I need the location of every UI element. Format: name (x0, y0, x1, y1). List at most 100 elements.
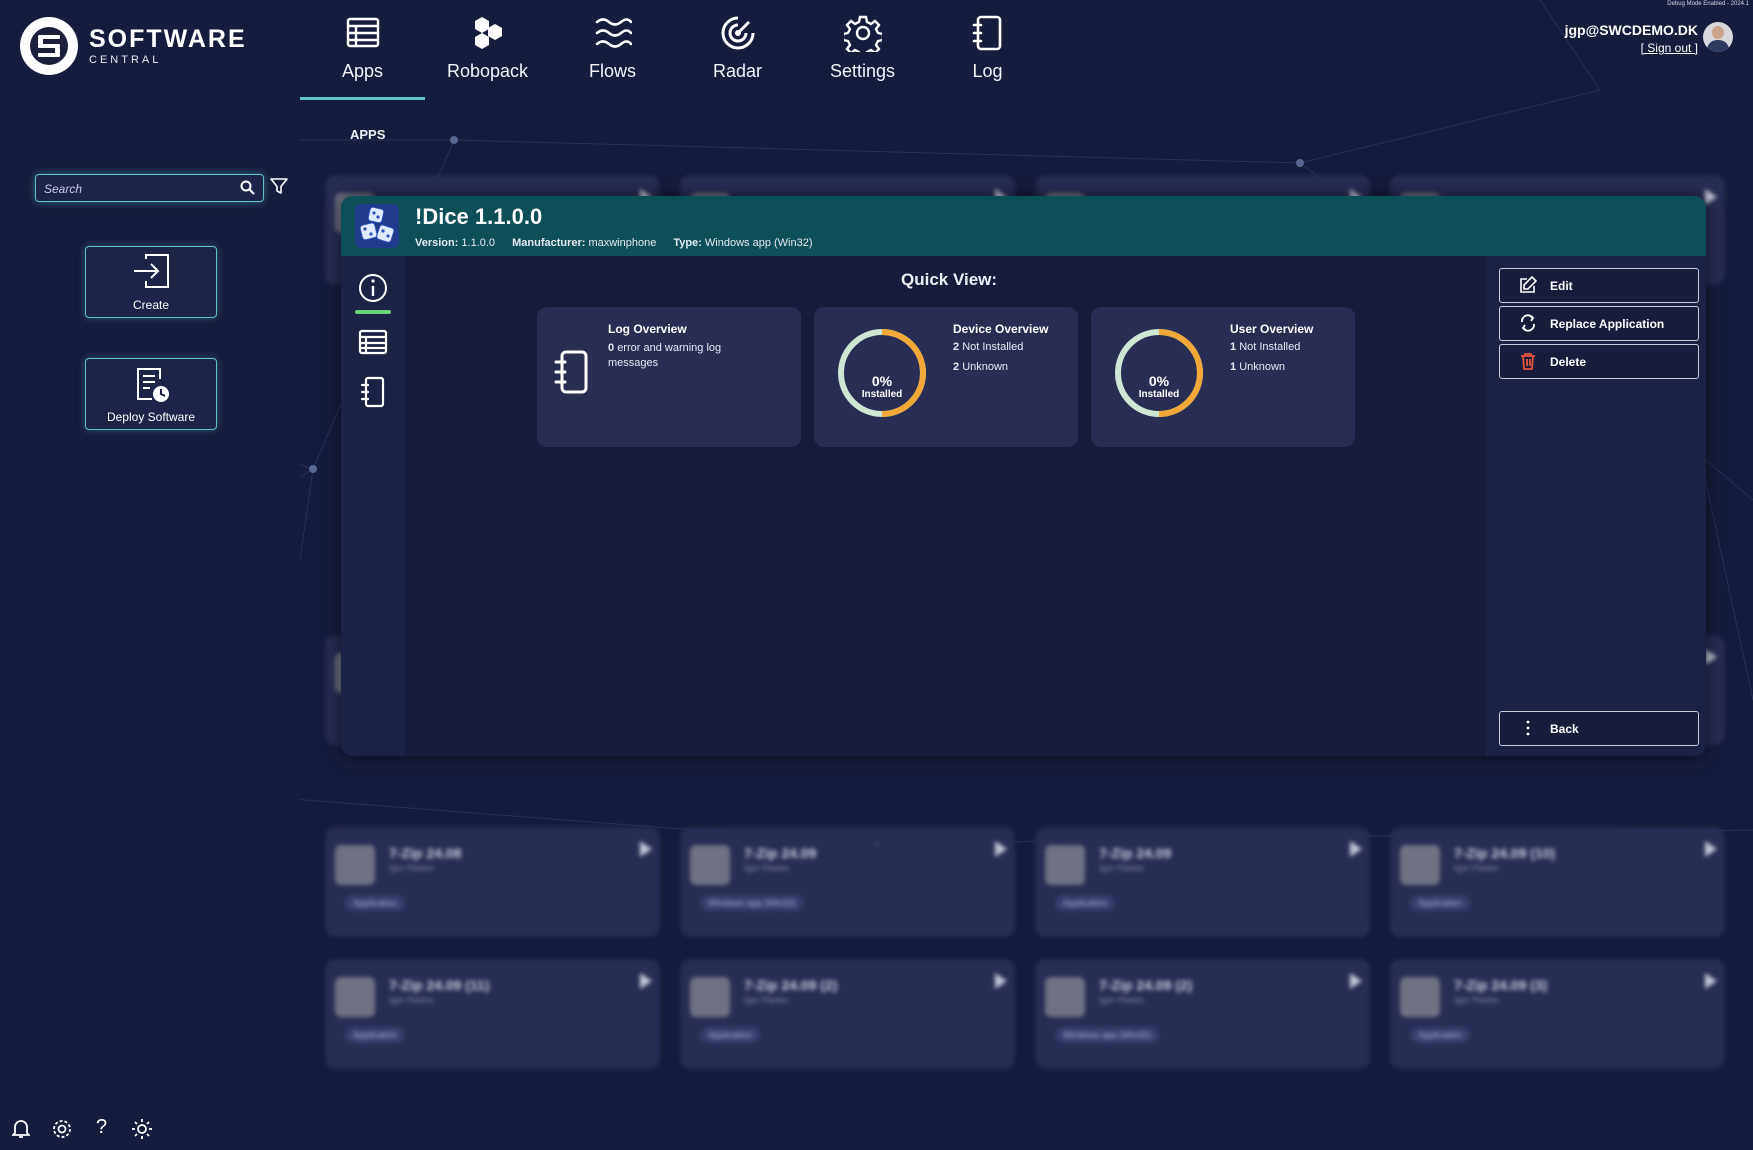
app-icon (690, 845, 730, 885)
user-percent-value: 0% (1148, 373, 1170, 389)
device-overview-title: Device Overview (953, 322, 1049, 336)
brand: SOFTWARE CENTRAL (89, 26, 247, 66)
nav-flows[interactable]: Flows (550, 0, 675, 100)
app-icon (1400, 845, 1440, 885)
nav-apps[interactable]: Apps (300, 0, 425, 100)
create-button[interactable]: Create (85, 246, 217, 318)
tab-apps[interactable] (355, 324, 391, 360)
app-card[interactable]: 7-Zip 24.09 (2) Igor Pavlov Application (680, 959, 1015, 1069)
device-unknown-label: Unknown (962, 361, 1009, 373)
app-icon (1400, 977, 1440, 1017)
nav-radar-label: Radar (712, 61, 763, 81)
app-card-title: 7-Zip 24.09 (1099, 845, 1172, 861)
tab-log[interactable] (355, 374, 391, 410)
app-card[interactable]: 7-Zip 24.09 (10) Igor Pavlov Application (1390, 827, 1725, 937)
user-not-installed-label: Not Installed (1239, 341, 1301, 353)
help-icon[interactable]: ? (96, 1116, 107, 1139)
app-card[interactable]: 7-Zip 24.09 (3) Igor Pavlov Application (1390, 959, 1725, 1069)
page-title: APPS (350, 127, 386, 142)
replace-application-button[interactable]: Replace Application (1499, 306, 1699, 341)
app-type-badge: Application (345, 1027, 406, 1043)
flows-icon (595, 18, 632, 48)
user-unknown: 1 Unknown (1230, 361, 1348, 373)
brand-name: SOFTWARE (89, 25, 247, 53)
notifications-icon[interactable] (10, 1119, 32, 1144)
nav-radar[interactable]: Radar (675, 0, 800, 100)
play-icon[interactable] (1350, 973, 1362, 989)
software-central-logo[interactable] (20, 17, 78, 75)
log-icon (972, 15, 1002, 51)
nav-log[interactable]: Log (925, 0, 1050, 100)
user-overview-title: User Overview (1230, 322, 1314, 336)
play-icon[interactable] (1705, 649, 1717, 665)
app-icon (690, 977, 730, 1017)
back-button[interactable]: Back (1499, 711, 1699, 746)
edit-button-label: Edit (1550, 279, 1573, 293)
app-type-badge: Application (1410, 895, 1471, 911)
nav-settings[interactable]: Settings (800, 0, 925, 100)
app-card[interactable]: 7-Zip 24.09 (11) Igor Pavlov Application (325, 959, 660, 1069)
play-icon[interactable] (1705, 189, 1717, 205)
sidebar: Create Deploy Software (0, 100, 300, 1110)
delete-button[interactable]: Delete (1499, 344, 1699, 379)
replace-application-button-label: Replace Application (1550, 317, 1665, 331)
avatar[interactable] (1703, 22, 1733, 52)
search-input[interactable] (42, 178, 236, 200)
meta-manufacturer-label: Manufacturer: (512, 237, 586, 249)
device-unknown-count: 2 (953, 361, 960, 373)
app-card-title: 7-Zip 24.09 (2) (1099, 977, 1193, 993)
search-box (35, 174, 264, 202)
play-icon[interactable] (1350, 841, 1362, 857)
user-not-installed-count: 1 (1230, 341, 1237, 353)
app-card[interactable]: 7-Zip 24.09 Igor Pavlov Windows app (Win32… (680, 827, 1015, 937)
device-not-installed: 2 Not Installed (953, 341, 1071, 353)
deploy-software-button[interactable]: Deploy Software (85, 358, 217, 430)
settings-icon (844, 15, 882, 52)
debug-mode-text: Debug Mode Enabled - 2024.1 (1667, 1, 1749, 7)
app-card[interactable]: 7-Zip 24.09 Igor Pavlov Application (1035, 827, 1370, 937)
log-overview-count: 0 (608, 342, 615, 354)
theme-icon[interactable] (132, 1119, 152, 1144)
settings-icon[interactable] (52, 1119, 72, 1144)
app-card[interactable]: 7-Zip 24.08 Igor Pavlov Application (325, 827, 660, 937)
user-install-percent: 0% Installed (1111, 373, 1207, 401)
play-icon[interactable] (995, 841, 1007, 857)
user-info: jgp@SWCDEMO.DK [ Sign out ] (1565, 22, 1698, 55)
create-icon (134, 254, 169, 288)
device-overview-panel[interactable]: 0% Installed Device Overview 2 Not Instal… (814, 307, 1078, 447)
search-icon[interactable] (240, 180, 255, 195)
app-icon (1045, 845, 1085, 885)
play-icon[interactable] (640, 973, 652, 989)
app-type-badge: Application (700, 1027, 761, 1043)
log-overview-title: Log Overview (608, 322, 687, 336)
edit-button[interactable]: Edit (1499, 268, 1699, 303)
sign-out-link[interactable]: [ Sign out ] (1565, 41, 1698, 55)
apps-icon (358, 329, 388, 355)
filter-icon[interactable] (270, 177, 288, 195)
radar-icon (721, 16, 755, 50)
app-type-badge: Application (1410, 1027, 1471, 1043)
play-icon[interactable] (1705, 841, 1717, 857)
nav-apps-label: Apps (341, 61, 384, 81)
user-overview-panel[interactable]: 0% Installed User Overview 1 Not Installe… (1091, 307, 1355, 447)
nav-settings-label: Settings (829, 61, 896, 81)
log-overview-panel[interactable]: Log Overview 0 error and warning log mes… (537, 307, 801, 447)
play-icon[interactable] (995, 973, 1007, 989)
app-card-title: 7-Zip 24.09 (2) (744, 977, 838, 993)
app-card[interactable]: 7-Zip 24.09 (2) Igor Pavlov Windows app (W… (1035, 959, 1370, 1069)
top-bar: SOFTWARE CENTRAL Apps Robopack Flows Rad… (0, 0, 1753, 100)
nav-robopack-label: Robopack (446, 61, 529, 81)
log-overview-text: 0 error and warning log messages (608, 341, 758, 371)
quick-view-title: Quick View: (901, 270, 998, 289)
log-overview-description: error and warning log messages (608, 342, 722, 369)
tab-info[interactable] (355, 270, 391, 314)
deploy-software-icon (137, 368, 169, 402)
create-button-label: Create (132, 298, 170, 312)
play-icon[interactable] (1705, 973, 1717, 989)
app-card-manufacturer: Igor Pavlov (744, 863, 790, 873)
robopack-icon (475, 17, 502, 49)
app-card-manufacturer: Igor Pavlov (1454, 995, 1500, 1005)
deploy-software-button-label: Deploy Software (106, 410, 196, 424)
play-icon[interactable] (640, 841, 652, 857)
nav-robopack[interactable]: Robopack (425, 0, 550, 100)
